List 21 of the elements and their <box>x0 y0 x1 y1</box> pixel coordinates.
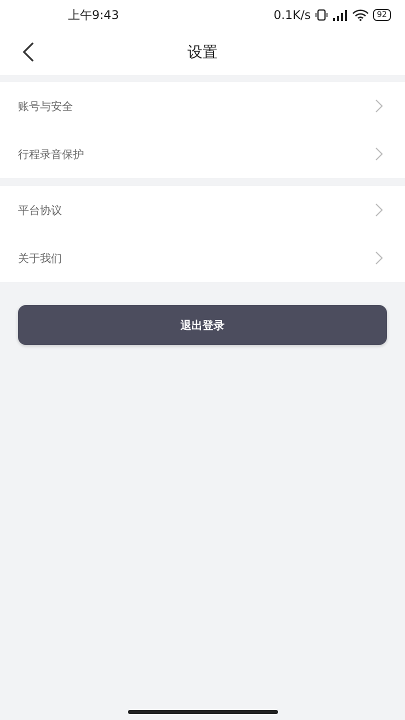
settings-item-label: 平台协议 <box>18 202 62 218</box>
vibrate-icon <box>314 9 328 21</box>
chevron-right-icon <box>375 99 383 113</box>
signal-icon <box>332 10 348 20</box>
settings-item[interactable]: 账号与安全 <box>0 82 405 130</box>
settings-item-label: 关于我们 <box>18 250 62 266</box>
wifi-icon <box>352 9 369 21</box>
settings-item[interactable]: 行程录音保护 <box>0 130 405 178</box>
battery-indicator: 92 <box>372 9 391 21</box>
settings-item[interactable]: 平台协议 <box>0 186 405 234</box>
page-title: 设置 <box>188 43 218 62</box>
network-speed: 0.1K/s <box>274 8 311 22</box>
back-icon[interactable] <box>22 42 34 62</box>
logout-button[interactable]: 退出登录 <box>18 305 387 345</box>
chevron-right-icon <box>375 251 383 265</box>
settings-item[interactable]: 关于我们 <box>0 234 405 282</box>
status-time: 上午9:43 <box>68 6 119 24</box>
settings-item-label: 行程录音保护 <box>18 146 84 162</box>
chevron-right-icon <box>375 203 383 217</box>
chevron-right-icon <box>375 147 383 161</box>
settings-item-label: 账号与安全 <box>18 98 73 114</box>
